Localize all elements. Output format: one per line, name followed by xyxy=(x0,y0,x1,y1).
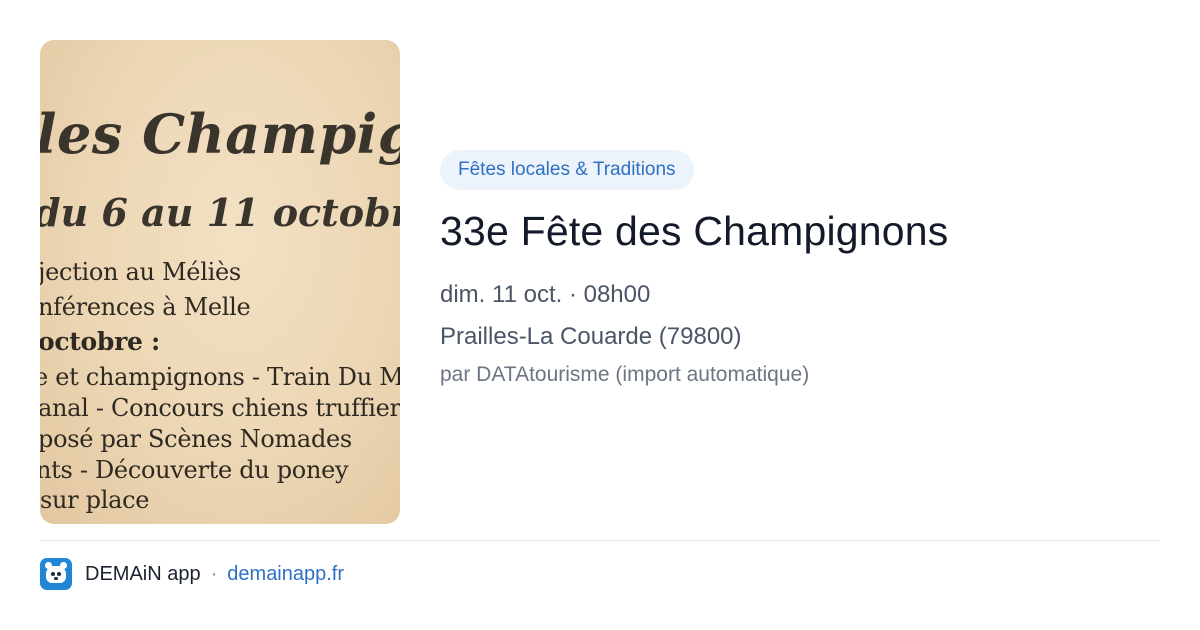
poster-line: octobre : xyxy=(40,327,160,356)
app-name: DEMAiN app xyxy=(85,562,201,585)
footer-separator: · xyxy=(210,562,218,585)
category-badge[interactable]: Fêtes locales & Traditions xyxy=(440,150,694,190)
poster-line: nférences à Melle xyxy=(40,293,251,321)
event-source: par DATAtourisme (import automatique) xyxy=(440,363,810,386)
site-link[interactable]: demainapp.fr xyxy=(227,563,344,586)
footer: DEMAiN app · demainapp.fr xyxy=(40,557,344,591)
event-share-card: les Champig du 6 au 11 octobre 2 jection… xyxy=(0,0,1200,630)
poster-line: nts - Découverte du poney xyxy=(40,456,349,484)
poster-line: sur place xyxy=(40,486,150,514)
bear-face-icon xyxy=(40,558,72,590)
poster-line: posé par Scènes Nomades xyxy=(40,425,352,453)
poster-line: anal - Concours chiens truffiers xyxy=(40,394,400,422)
poster-heading: les Champig xyxy=(40,102,400,166)
poster-line: jection au Méliès xyxy=(40,258,241,286)
poster-dates: du 6 au 11 octobre 2 xyxy=(40,190,400,235)
event-details: Fêtes locales & Traditions 33e Fête des … xyxy=(440,150,1160,387)
poster-line: e et champignons - Train Du M xyxy=(40,363,400,391)
event-title: 33e Fête des Champignons xyxy=(440,208,949,254)
event-poster-image: les Champig du 6 au 11 octobre 2 jection… xyxy=(40,40,400,524)
event-datetime: dim. 11 oct. · 08h00 xyxy=(440,281,651,308)
footer-divider xyxy=(40,540,1160,541)
event-location: Prailles-La Couarde (79800) xyxy=(440,323,742,350)
